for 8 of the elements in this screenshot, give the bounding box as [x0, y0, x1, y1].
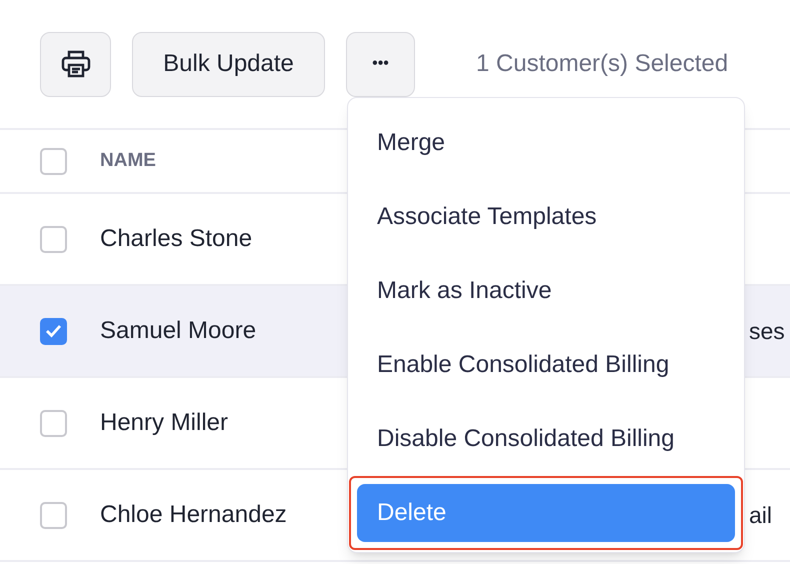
customer-name: Samuel Moore [100, 316, 256, 346]
customer-name: Charles Stone [100, 224, 252, 254]
customer-name: Henry Miller [100, 408, 228, 438]
column-header: NAME [100, 148, 156, 173]
table-cell-text: ses [749, 316, 785, 346]
customer-name: Chloe Hernandez [100, 500, 287, 530]
selection-count: 1 Customer(s) Selected [476, 49, 728, 79]
table-cell-text: ail [749, 500, 772, 530]
